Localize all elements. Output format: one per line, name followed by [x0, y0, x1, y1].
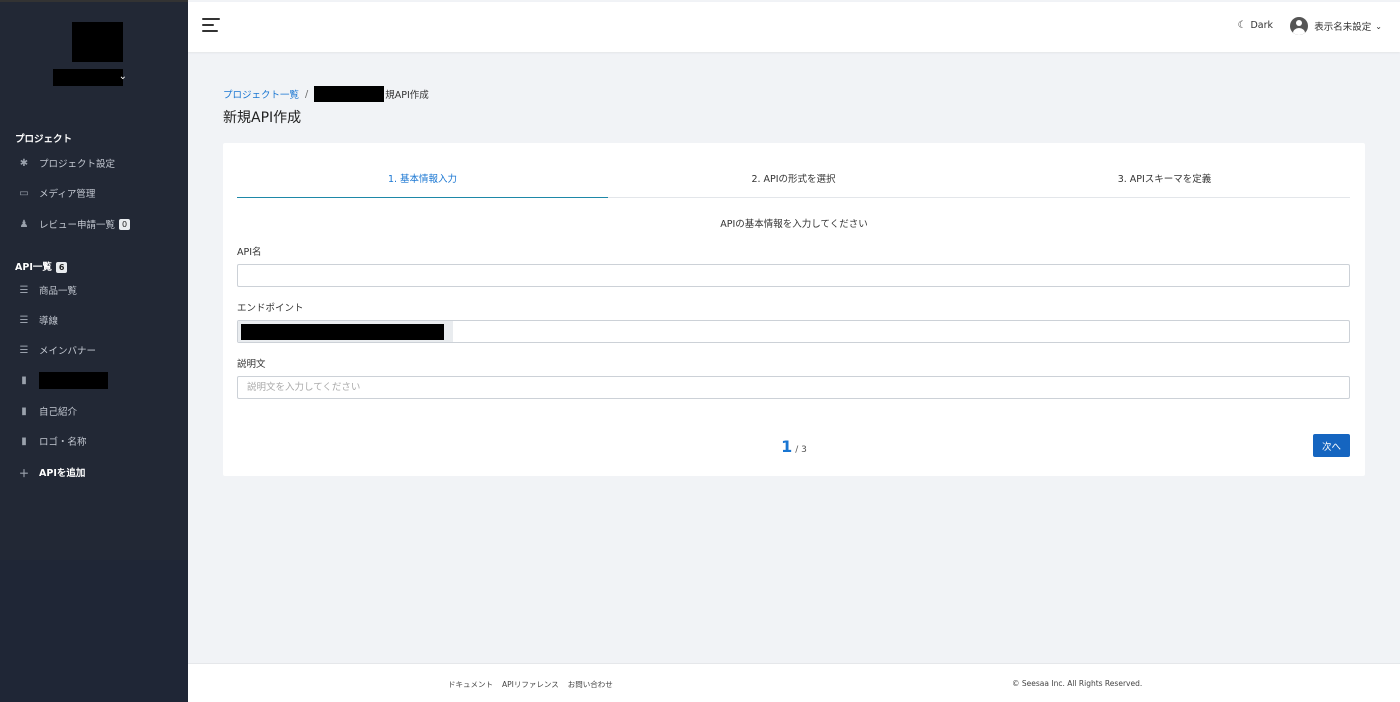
hamburger-bar	[202, 24, 214, 26]
sidebar-item-label: レビュー申請一覧	[39, 220, 116, 231]
endpoint-label: エンドポイント	[237, 303, 304, 314]
pager-current: 1	[781, 437, 793, 456]
tab-basic-info[interactable]: 1. 基本情報入力	[237, 143, 608, 198]
footer-link-docs[interactable]: ドキュメント	[448, 679, 493, 690]
endpoint-field	[237, 320, 1350, 343]
hamburger-bar	[202, 30, 218, 32]
sidebar-item-api-main-banner[interactable]: ☰ メインバナー	[17, 341, 97, 359]
copyright: © Seesaa Inc. All Rights Reserved.	[1012, 679, 1143, 688]
user-menu[interactable]: 表示名未設定 ⌄	[1290, 17, 1382, 35]
add-api-label: APIを追加	[39, 468, 86, 479]
footer-link-contact[interactable]: お問い合わせ	[568, 679, 613, 690]
redacted-api-name	[39, 371, 108, 389]
dark-mode-label: Dark	[1250, 20, 1273, 31]
sidebar-item-label: ロゴ・名称	[39, 437, 87, 448]
footer: ドキュメント APIリファレンス お問い合わせ © Seesaa Inc. Al…	[188, 663, 1400, 702]
add-api-button[interactable]: ＋ APIを追加	[17, 463, 85, 481]
api-name-label: API名	[237, 247, 262, 258]
sidebar-item-media[interactable]: ▭ メディア管理	[17, 184, 95, 202]
review-icon: ♟	[19, 218, 29, 230]
tab-api-schema[interactable]: 3. APIスキーマを定義	[979, 143, 1350, 197]
sidebar-item-label: 商品一覧	[39, 286, 78, 297]
media-icon: ▭	[19, 187, 29, 199]
top-header: ☾ Dark 表示名未設定 ⌄	[188, 2, 1400, 52]
sidebar-item-api-navigation[interactable]: ☰ 導線	[17, 311, 59, 329]
sidebar-item-label: 自己紹介	[39, 407, 78, 418]
sidebar: ⌄ プロジェクト ✱ プロジェクト設定 ▭ メディア管理 ♟ レビュー申請一覧 …	[0, 0, 188, 702]
step-caption: APIの基本情報を入力してください	[720, 219, 868, 230]
list-icon: ☰	[19, 314, 29, 326]
sidebar-item-project-settings[interactable]: ✱ プロジェクト設定	[17, 154, 115, 172]
sidebar-item-label: メディア管理	[39, 189, 96, 200]
wizard-steps: 1. 基本情報入力 2. APIの形式を選択 3. APIスキーマを定義	[237, 143, 1350, 198]
api-name-input[interactable]	[237, 264, 1350, 287]
user-name: 表示名未設定	[1314, 22, 1372, 33]
redacted-project-name	[314, 86, 385, 102]
review-count-badge: 0	[119, 218, 131, 230]
redacted-endpoint-base-url	[241, 324, 444, 340]
description-label: 説明文	[237, 359, 266, 370]
sidebar-item-label: プロジェクト設定	[39, 159, 116, 170]
moon-icon: ☾	[1237, 20, 1247, 31]
list-icon: ☰	[19, 344, 29, 356]
sidebar-item-api-profile[interactable]: ▮ 自己紹介	[17, 402, 77, 420]
document-icon: ▮	[21, 374, 27, 386]
footer-link-api-reference[interactable]: APIリファレンス	[502, 679, 559, 690]
chevron-down-icon: ⌄	[1375, 21, 1382, 31]
tab-api-format[interactable]: 2. APIの形式を選択	[608, 143, 979, 197]
project-section-heading: プロジェクト	[15, 134, 73, 145]
breadcrumb-current: 規API作成	[385, 90, 429, 101]
next-button[interactable]: 次へ	[1313, 434, 1350, 457]
description-input[interactable]	[237, 376, 1350, 399]
pager-total: / 3	[795, 445, 807, 455]
step-pager: 1 / 3	[223, 437, 1365, 456]
project-logo[interactable]	[72, 22, 123, 62]
endpoint-input[interactable]	[453, 321, 1349, 342]
avatar	[1290, 17, 1309, 35]
api-section-heading: API一覧 6	[15, 259, 68, 273]
sidebar-lower-area	[0, 560, 188, 702]
api-create-wizard-card: 1. 基本情報入力 2. APIの形式を選択 3. APIスキーマを定義 API…	[223, 143, 1365, 476]
api-count-badge: 6	[55, 262, 68, 273]
api-heading-label: API一覧	[15, 262, 52, 273]
sidebar-item-api-redacted[interactable]: ▮	[17, 371, 108, 389]
list-icon: ☰	[19, 284, 29, 296]
hamburger-bar	[202, 18, 220, 20]
endpoint-prefix	[238, 321, 453, 342]
menu-toggle-button[interactable]	[202, 18, 222, 36]
project-switcher[interactable]: ⌄	[53, 69, 127, 86]
sidebar-item-label: 導線	[39, 316, 59, 327]
document-icon: ▮	[21, 435, 27, 447]
sidebar-item-review[interactable]: ♟ レビュー申請一覧 0	[17, 215, 131, 233]
dark-mode-toggle[interactable]: ☾ Dark	[1237, 20, 1273, 31]
breadcrumb-project-list-link[interactable]: プロジェクト一覧	[223, 87, 299, 101]
gear-icon: ✱	[19, 157, 29, 169]
chevron-down-icon: ⌄	[118, 71, 127, 82]
sidebar-item-api-products[interactable]: ☰ 商品一覧	[17, 281, 78, 299]
document-icon: ▮	[21, 405, 27, 417]
page-title: 新規API作成	[223, 110, 302, 126]
sidebar-item-label: メインバナー	[39, 346, 97, 357]
plus-icon: ＋	[19, 468, 29, 480]
breadcrumb: プロジェクト一覧 / 規API作成	[223, 86, 429, 102]
sidebar-item-api-logo[interactable]: ▮ ロゴ・名称	[17, 432, 87, 450]
breadcrumb-separator: /	[305, 88, 309, 100]
footer-links: ドキュメント APIリファレンス お問い合わせ	[448, 679, 613, 690]
